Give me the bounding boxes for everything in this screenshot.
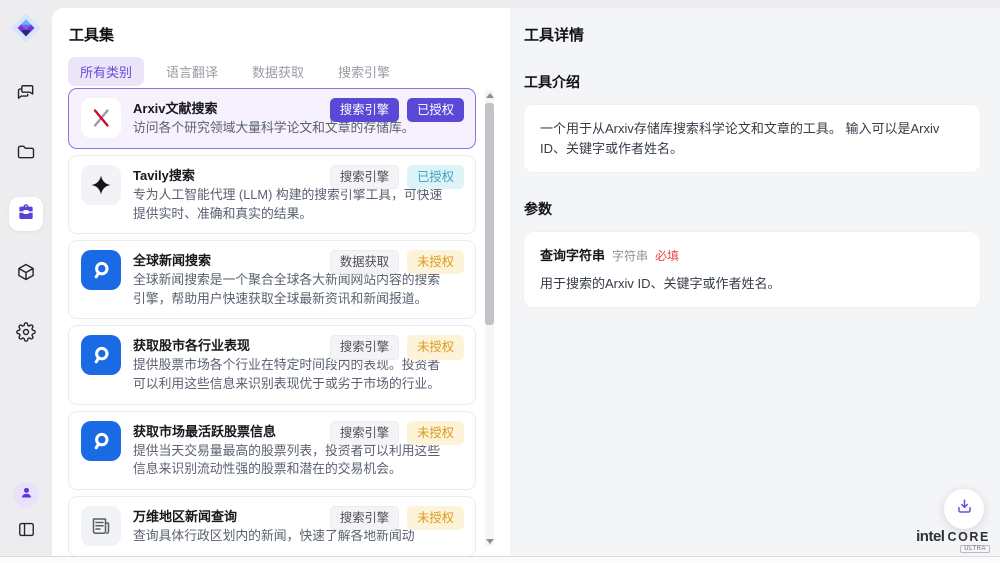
tool-card[interactable]: Arxiv文献搜索 访问各个研究领域大量科学论文和文章的存储库。 搜索引擎 已授…	[68, 88, 476, 149]
q-search-icon	[81, 250, 121, 290]
arxiv-icon	[81, 98, 121, 138]
tool-list-panel: 工具集 所有类别语言翻译数据获取搜索引擎 Arxiv文献搜索 访问各个研究领域大…	[52, 8, 510, 556]
param-description: 用于搜索的Arxiv ID、关键字或作者姓名。	[540, 274, 964, 294]
content-area: 工具集 所有类别语言翻译数据获取搜索引擎 Arxiv文献搜索 访问各个研究领域大…	[52, 8, 1000, 556]
auth-status-badge: 未授权	[407, 335, 464, 359]
sidebar	[0, 0, 52, 556]
scrollbar-thumb[interactable]	[485, 103, 494, 325]
intro-heading: 工具介绍	[524, 72, 980, 92]
auth-status-badge: 已授权	[407, 98, 464, 122]
panel-toggle-button[interactable]	[17, 520, 36, 544]
sidebar-item-settings[interactable]	[9, 317, 43, 351]
tool-description: 专为人工智能代理 (LLM) 构建的搜索引擎工具，可快速提供实时、准确和真实的结…	[133, 186, 451, 223]
tool-list: Arxiv文献搜索 访问各个研究领域大量科学论文和文章的存储库。 搜索引擎 已授…	[68, 88, 476, 556]
category-badge: 数据获取	[330, 250, 399, 274]
tool-description: 全球新闻搜索是一个聚合全球各大新闻网站内容的搜索引擎，帮助用户快速获取全球最新资…	[133, 271, 451, 308]
cube-icon	[16, 262, 36, 287]
param-type: 字符串	[612, 247, 648, 265]
category-badge: 搜索引擎	[330, 506, 399, 530]
download-icon	[955, 497, 974, 521]
category-badge: 搜索引擎	[330, 421, 399, 445]
tool-card[interactable]: 获取市场最活跃股票信息 提供当天交易量最高的股票列表，投资者可以利用这些信息来识…	[68, 411, 476, 490]
news-icon	[81, 506, 121, 546]
intro-card: 一个用于从Arxiv存储库搜索科学论文和文章的工具。 输入可以是Arxiv ID…	[524, 105, 980, 172]
user-avatar[interactable]	[13, 482, 39, 508]
folder-icon	[16, 142, 36, 167]
user-avatar-icon	[19, 485, 34, 505]
toolbox-icon	[16, 202, 36, 227]
sidebar-nav	[9, 77, 43, 351]
scrollbar-down-arrow-icon[interactable]	[485, 536, 494, 546]
sidebar-item-toolbox[interactable]	[9, 197, 43, 231]
category-badge: 搜索引擎	[330, 165, 399, 189]
panel-toggle-icon	[17, 520, 36, 544]
auth-status-badge: 未授权	[407, 250, 464, 274]
category-tab-2[interactable]: 数据获取	[240, 57, 316, 86]
window-bottom-edge	[0, 556, 1000, 563]
gear-icon	[16, 322, 36, 347]
sidebar-item-cube[interactable]	[9, 257, 43, 291]
category-badge: 搜索引擎	[330, 335, 399, 359]
tool-list-scrollbar[interactable]	[485, 90, 494, 546]
params-heading: 参数	[524, 199, 980, 219]
tool-card[interactable]: 全球新闻搜索 全球新闻搜索是一个聚合全球各大新闻网站内容的搜索引擎，帮助用户快速…	[68, 240, 476, 319]
category-tab-3[interactable]: 搜索引擎	[326, 57, 402, 86]
tool-description: 提供股票市场各个行业在特定时间段内的表现。投资者可以利用这些信息来识别表现优于或…	[133, 356, 451, 393]
q-search-icon	[81, 335, 121, 375]
tool-detail-panel: 工具详情 工具介绍 一个用于从Arxiv存储库搜索科学论文和文章的工具。 输入可…	[510, 8, 1000, 556]
tool-card[interactable]: 获取股市各行业表现 提供股票市场各个行业在特定时间段内的表现。投资者可以利用这些…	[68, 325, 476, 404]
app-logo-icon	[9, 11, 43, 45]
category-badge: 搜索引擎	[330, 98, 399, 122]
download-button[interactable]	[944, 489, 984, 529]
detail-title: 工具详情	[524, 24, 980, 45]
category-tabs: 所有类别语言翻译数据获取搜索引擎	[68, 57, 402, 86]
sidebar-item-folder[interactable]	[9, 137, 43, 171]
param-card: 查询字符串 字符串 必填 用于搜索的Arxiv ID、关键字或作者姓名。	[524, 232, 980, 307]
tool-card[interactable]: Tavily搜索 专为人工智能代理 (LLM) 构建的搜索引擎工具，可快速提供实…	[68, 155, 476, 234]
q-search-icon	[81, 421, 121, 461]
param-name: 查询字符串	[540, 246, 605, 266]
tavily-icon	[81, 165, 121, 205]
scrollbar-up-arrow-icon[interactable]	[485, 90, 494, 100]
sidebar-item-chat[interactable]	[9, 77, 43, 111]
sidebar-bottom	[13, 482, 39, 544]
page-title: 工具集	[69, 24, 114, 45]
category-tab-0[interactable]: 所有类别	[68, 57, 144, 86]
intel-core-logo: intel core Ultra	[916, 528, 990, 553]
category-tab-1[interactable]: 语言翻译	[154, 57, 230, 86]
tool-description: 提供当天交易量最高的股票列表，投资者可以利用这些信息来识别流动性强的股票和潜在的…	[133, 442, 451, 479]
auth-status-badge: 未授权	[407, 421, 464, 445]
tool-card[interactable]: 万维地区新闻查询 查询具体行政区划内的新闻，快速了解各地新闻动 搜索引擎 未授权	[68, 496, 476, 556]
auth-status-badge: 已授权	[407, 165, 464, 189]
auth-status-badge: 未授权	[407, 506, 464, 530]
param-required-badge: 必填	[655, 247, 679, 265]
chat-icon	[16, 82, 36, 107]
